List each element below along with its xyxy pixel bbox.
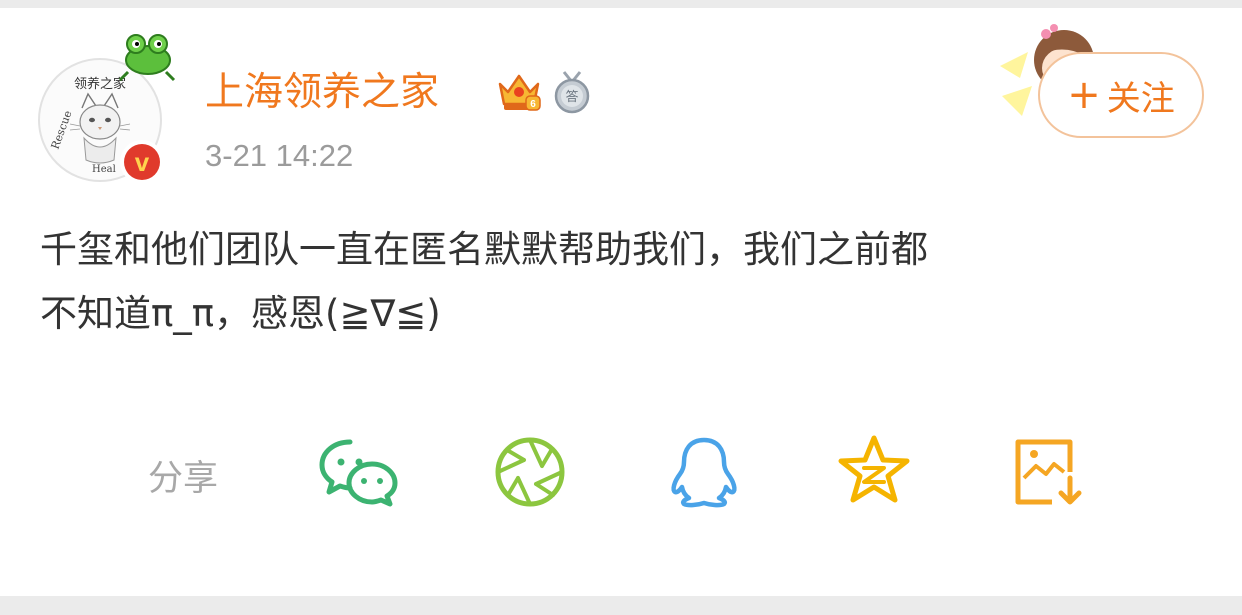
follow-button[interactable]: + 关注 (1038, 52, 1204, 138)
qzone-icon[interactable] (834, 432, 914, 512)
verified-v-icon: v (124, 144, 160, 180)
verified-badge: v (120, 140, 164, 184)
svg-text:6: 6 (530, 99, 536, 110)
post-card: 领养之家 Rescue Heal v 上海领养之家 6 答 3-21 14:22… (0, 8, 1242, 596)
moments-icon[interactable] (490, 432, 570, 512)
qq-icon[interactable] (664, 432, 744, 512)
bottom-divider (0, 596, 1242, 615)
vip-crown-icon: 6 (498, 74, 541, 111)
username[interactable]: 上海领养之家 (205, 68, 439, 118)
save-image-icon[interactable] (1008, 432, 1088, 512)
svg-text:答: 答 (565, 89, 578, 105)
follow-label: 关注 (1106, 78, 1175, 119)
frog-decoration-icon (118, 34, 176, 82)
avatar-wrap[interactable]: 领养之家 Rescue Heal v (38, 34, 176, 184)
plus-icon: + (1067, 72, 1101, 118)
wechat-icon[interactable] (318, 432, 398, 512)
answer-medal-icon: 答 (554, 71, 590, 114)
share-label: 分享 (148, 459, 219, 499)
avatar-bottom-text: Heal (92, 164, 116, 175)
post-timestamp: 3-21 14:22 (205, 138, 354, 173)
post-content: 千玺和他们团队一直在匿名默默帮助我们，我们之前都 不知道π_π，感恩(≧∇≦) (40, 228, 928, 335)
